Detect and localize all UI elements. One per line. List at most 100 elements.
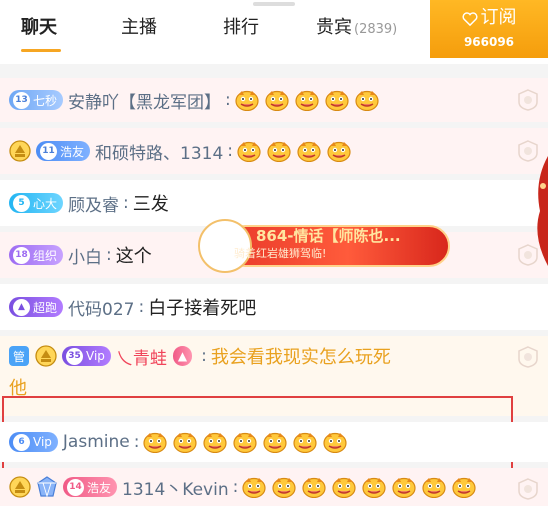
emoji-icon: [242, 476, 266, 498]
emoji-icon: [272, 476, 296, 498]
admin-badge: 管: [9, 346, 29, 366]
chat-message: 这个: [115, 246, 152, 267]
emoji-icon: [293, 431, 317, 453]
emoji-group: [235, 89, 379, 111]
emoji-icon: [355, 89, 379, 111]
medal-icon: [9, 140, 31, 162]
heart-icon: [461, 12, 478, 27]
chat-row[interactable]: 13 七秒 安静吖【黑龙军团】 :: [0, 78, 548, 122]
badge-label: 组织: [33, 248, 58, 263]
emoji-icon: [362, 476, 386, 498]
emoji-icon: [302, 476, 326, 498]
badge-level: 11: [40, 142, 57, 160]
badge-label: 超跑: [33, 300, 58, 315]
emoji-icon: [452, 476, 476, 498]
emoji-icon: [203, 431, 227, 453]
badge-label: Vip: [86, 349, 105, 363]
chat-message: 三发: [132, 194, 169, 215]
subscriber-count: 966096: [463, 35, 515, 49]
emoji-icon: [295, 89, 319, 111]
emoji-icon: [327, 140, 351, 162]
gift-banner-subtitle: 骑着红岩雄狮驾临!: [234, 247, 327, 260]
rank-badge: ▲: [172, 346, 193, 366]
shield-icon: [518, 346, 538, 368]
colon-separator: :: [138, 297, 145, 317]
fan-badge: 5 心大: [9, 193, 64, 213]
chat-message: 白子接着死吧: [148, 298, 257, 319]
chat-list[interactable]: 13 七秒 安静吖【黑龙军团】 : 11 浩友 和硕特路、1314 : 5 心大…: [0, 58, 548, 506]
chat-row[interactable]: 14 浩友 1314丶Kevin :: [0, 468, 548, 506]
fan-badge: 13 七秒: [9, 90, 64, 110]
tab-host[interactable]: 主播: [121, 14, 157, 42]
user-name[interactable]: 安静吖【黑龙军团】: [68, 88, 221, 113]
user-name[interactable]: 小白: [68, 243, 102, 268]
scroll-handle[interactable]: [253, 2, 295, 6]
colon-separator: :: [106, 245, 112, 265]
supercar-icon: ▲: [13, 298, 30, 316]
emoji-icon: [233, 431, 257, 453]
fan-badge: 14 浩友: [63, 477, 118, 497]
tab-vip[interactable]: 贵宾 (2839): [316, 14, 397, 42]
tab-active-underline: [21, 49, 61, 52]
vip-count: (2839): [354, 22, 398, 37]
badge-level: 14: [67, 478, 84, 496]
emoji-group: [242, 476, 476, 498]
tab-rank[interactable]: 排行: [223, 14, 259, 42]
lion-mascot-icon: [537, 156, 548, 266]
badge-label: 七秒: [33, 93, 58, 108]
badge-level: 13: [13, 91, 30, 109]
colon-separator: :: [232, 477, 239, 497]
vip-badge: 6 Vip: [9, 432, 58, 452]
emoji-icon: [237, 140, 261, 162]
badge-label: 浩友: [60, 144, 85, 159]
shield-icon: [518, 89, 538, 111]
fan-badge: 18 组织: [9, 245, 64, 265]
vip-badge: 35 Vip: [62, 346, 111, 366]
emoji-icon: [235, 89, 259, 111]
fan-badge: ▲ 超跑: [9, 297, 64, 317]
tab-chat[interactable]: 聊天: [21, 14, 57, 42]
colon-separator: :: [225, 90, 231, 110]
subscribe-button[interactable]: 订阅 966096: [430, 0, 548, 58]
emoji-icon: [325, 89, 349, 111]
gem-icon: [36, 476, 58, 498]
badge-label: 心大: [33, 196, 58, 211]
user-name[interactable]: 和硕特路、1314: [95, 139, 223, 164]
badge-label: 浩友: [87, 480, 112, 495]
chat-row[interactable]: 6 Vip Jasmine :: [0, 422, 548, 462]
medal-icon: [9, 476, 31, 498]
badge-level: 5: [13, 194, 30, 212]
gift-entry-banner[interactable]: 864-情话【师陈也... 骑着红岩雄狮驾临!: [198, 219, 474, 273]
emoji-icon: [265, 89, 289, 111]
emoji-icon: [263, 431, 287, 453]
user-name[interactable]: 乀青蛙: [116, 344, 167, 369]
colon-separator: :: [227, 141, 234, 161]
chat-row[interactable]: ▲ 超跑 代码027 : 白子接着死吧: [0, 284, 548, 330]
emoji-icon: [267, 140, 291, 162]
colon-separator: :: [133, 432, 140, 452]
tab-vip-label: 贵宾: [316, 17, 352, 38]
emoji-icon: [422, 476, 446, 498]
chat-row[interactable]: 11 浩友 和硕特路、1314 :: [0, 128, 548, 174]
user-name[interactable]: Jasmine: [63, 432, 130, 452]
emoji-icon: [323, 431, 347, 453]
badge-level: 18: [13, 246, 30, 264]
user-name[interactable]: 代码027: [68, 295, 134, 320]
gift-banner-title: 864-情话【师陈也...: [256, 227, 401, 245]
shield-icon: [518, 478, 538, 500]
fan-badge: 11 浩友: [36, 141, 91, 161]
user-name[interactable]: 顾及睿: [68, 191, 119, 216]
emoji-icon: [143, 431, 167, 453]
emoji-icon: [297, 140, 321, 162]
chat-row-partial: [0, 58, 548, 64]
tab-bar: 聊天 主播 排行 贵宾 (2839) 订阅 966096: [0, 0, 548, 58]
emoji-icon: [173, 431, 197, 453]
emoji-icon: [332, 476, 356, 498]
colon-separator: :: [123, 193, 129, 213]
badge-label: Vip: [33, 435, 52, 449]
user-name[interactable]: 1314丶Kevin: [122, 475, 229, 500]
emoji-group: [143, 431, 347, 453]
badge-level: 35: [66, 347, 83, 365]
emoji-group: [237, 140, 351, 162]
medal-icon: [35, 345, 57, 367]
